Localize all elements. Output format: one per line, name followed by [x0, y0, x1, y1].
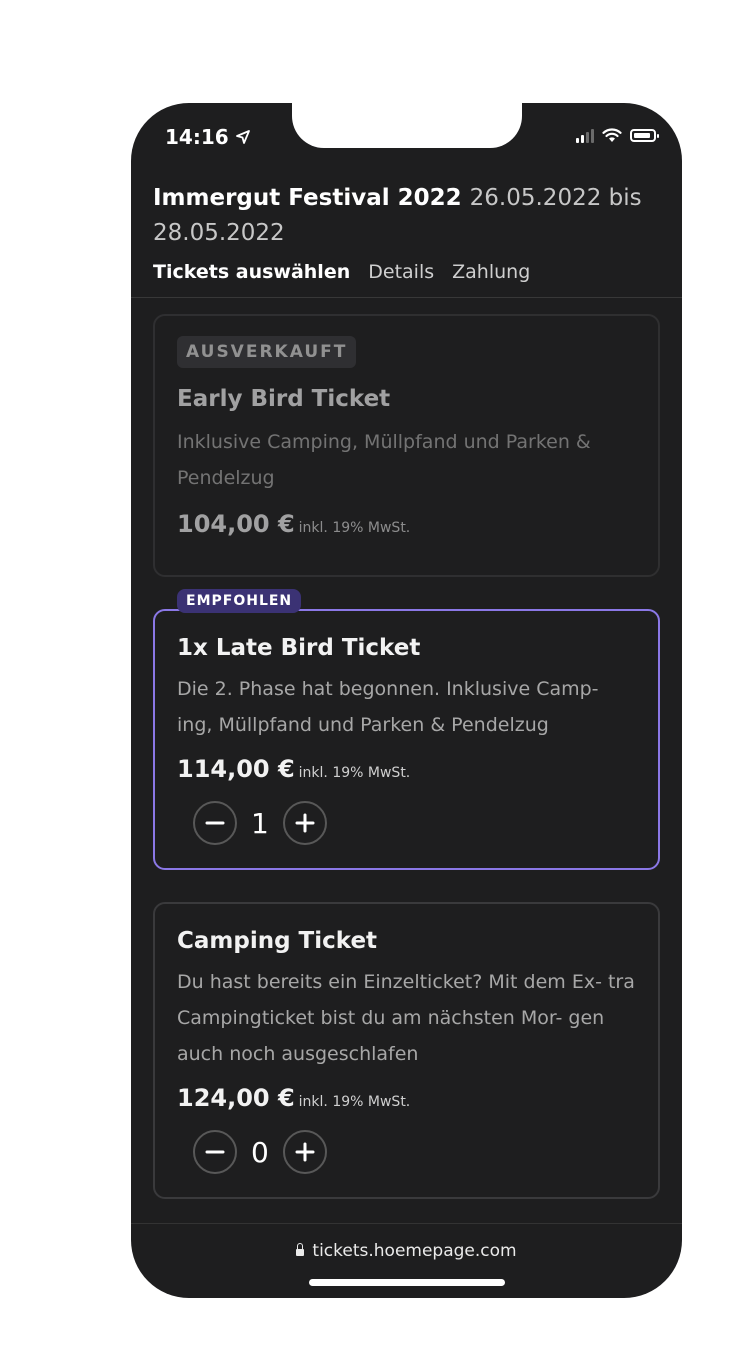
quantity-stepper: 0	[193, 1130, 636, 1174]
ticket-price: 124,00 € inkl. 19% MwSt.	[177, 1084, 636, 1112]
quantity-value: 0	[251, 1135, 269, 1169]
increase-button[interactable]	[282, 1130, 327, 1174]
ticket-description: Du hast bereits ein Einzelticket? Mit de…	[177, 971, 635, 1065]
ticket-title: 1x Late Bird Ticket	[177, 635, 421, 661]
step-tickets[interactable]: Tickets auswählen	[153, 261, 350, 283]
home-indicator[interactable]	[309, 1279, 505, 1286]
decrease-button[interactable]	[193, 801, 237, 845]
time-label: 14:16	[165, 125, 229, 149]
battery-icon	[630, 129, 659, 142]
phone-screen: 14:16 Immergut Festival 2022 26.05.2022 …	[131, 103, 682, 1298]
tax-note: inkl. 19% MwSt.	[298, 520, 411, 536]
cellular-signal-icon	[576, 128, 594, 143]
ticket-description: Die 2. Phase hat begonnen. Inklusive Cam…	[177, 678, 599, 736]
sold-out-badge: AUSVERKAUFT	[177, 336, 357, 368]
decrease-button[interactable]	[193, 1130, 237, 1174]
address-bar[interactable]: tickets.hoemepage.com	[131, 1241, 682, 1261]
increase-button[interactable]	[282, 801, 327, 845]
plus-icon	[295, 813, 315, 833]
price-value: 124,00 €	[177, 1084, 295, 1112]
plus-icon	[295, 1142, 315, 1162]
ticket-price: 114,00 € inkl. 19% MwSt.	[177, 755, 636, 783]
url-text: tickets.hoemepage.com	[312, 1241, 517, 1261]
page-header: Immergut Festival 2022 26.05.2022 bis 28…	[153, 181, 660, 283]
status-icons	[576, 128, 659, 143]
status-bar-time: 14:16	[165, 125, 251, 149]
event-title: Immergut Festival 2022 26.05.2022 bis 28…	[153, 181, 660, 251]
ticket-card-late-bird: EMPFOHLEN 1x Late Bird Ticket Die 2. Pha…	[153, 589, 660, 870]
ticket-card-camping: Camping Ticket Du hast bereits ein Einze…	[153, 902, 660, 1199]
tax-note: inkl. 19% MwSt.	[298, 1094, 411, 1110]
minus-icon	[205, 1150, 225, 1154]
quantity-value: 1	[251, 806, 269, 840]
checkout-steps: Tickets auswählen Details Zahlung	[153, 261, 660, 283]
header-divider	[131, 297, 682, 298]
lock-icon	[296, 1243, 305, 1256]
minus-icon	[205, 821, 225, 825]
device-notch	[292, 96, 522, 148]
price-value: 104,00 €	[177, 510, 295, 538]
ticket-title: Early Bird Ticket	[177, 386, 391, 412]
wifi-icon	[602, 128, 622, 142]
tax-note: inkl. 19% MwSt.	[298, 765, 411, 781]
step-payment[interactable]: Zahlung	[452, 261, 530, 283]
footer-divider	[131, 1223, 682, 1224]
ticket-description: Inklusive Camping, Müllpfand und Parken …	[177, 431, 591, 489]
quantity-stepper: 1	[193, 801, 636, 845]
recommended-badge: EMPFOHLEN	[177, 589, 302, 613]
event-name: Immergut Festival 2022	[153, 185, 462, 211]
ticket-price: 104,00 € inkl. 19% MwSt.	[177, 510, 636, 538]
location-arrow-icon	[235, 130, 250, 144]
ticket-title: Camping Ticket	[177, 928, 378, 954]
ticket-card-early-bird: AUSVERKAUFT Early Bird Ticket Inklusive …	[153, 314, 660, 577]
step-details[interactable]: Details	[368, 261, 434, 283]
price-value: 114,00 €	[177, 755, 295, 783]
